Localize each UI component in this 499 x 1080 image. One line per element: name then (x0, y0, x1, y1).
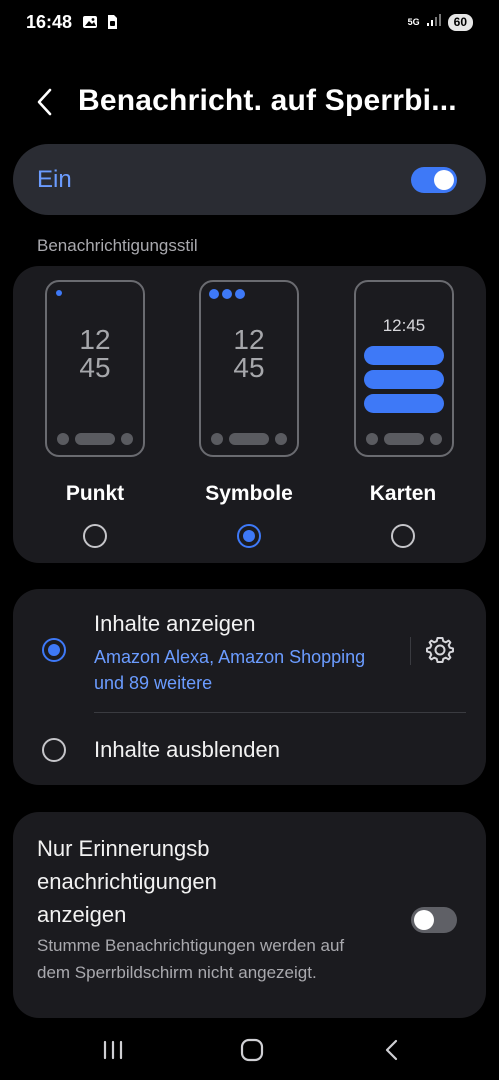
preview-pill (75, 433, 115, 445)
toggle-knob (414, 910, 434, 930)
preview-shortcut-right (275, 433, 287, 445)
section-label-style: Benachrichtigungsstil (37, 236, 198, 255)
reminder-only-row[interactable]: Nur Erinnerungsb enachrichtigungen anzei… (13, 812, 486, 1018)
hide-content-title[interactable]: Inhalte ausblenden (94, 737, 280, 763)
radio-hide-content[interactable] (42, 738, 66, 762)
back-arrow-icon[interactable] (30, 85, 62, 119)
divider (94, 712, 466, 713)
divider (410, 637, 411, 665)
content-visibility-card: Inhalte anzeigen Amazon Alexa, Amazon Sh… (13, 589, 486, 785)
master-switch-row[interactable]: Ein (13, 144, 486, 215)
radio-show-content[interactable] (42, 638, 66, 662)
preview-shortcut-left (57, 433, 69, 445)
notification-dot (56, 290, 62, 296)
reminder-only-toggle[interactable] (411, 907, 457, 933)
status-time: 16:48 (26, 12, 73, 32)
preview-shortcut-right (430, 433, 442, 445)
preview-notification-card (364, 370, 444, 389)
notification-icon-dot (209, 289, 219, 299)
battery-indicator: 60 (447, 14, 473, 31)
gear-icon[interactable] (425, 635, 455, 665)
radio-punkt[interactable] (83, 524, 107, 548)
preview-clock: 12 45 (233, 324, 265, 383)
nav-back-icon[interactable] (378, 1036, 406, 1064)
signal-icon (426, 13, 442, 32)
home-icon[interactable] (238, 1036, 266, 1064)
preview-pill (384, 433, 424, 445)
page-title: Benachricht. auf Sperrbi... (78, 84, 457, 117)
recents-icon[interactable] (99, 1036, 127, 1064)
master-toggle[interactable] (411, 167, 457, 193)
preview-pill (229, 433, 269, 445)
status-bar: 16:48 5G 60 (0, 0, 499, 46)
show-content-apps[interactable]: Amazon Alexa, Amazon Shopping und 89 wei… (94, 644, 394, 696)
notification-icon-dot (235, 289, 245, 299)
preview-clock: 12:45 (382, 316, 426, 335)
preview-shortcut-left (366, 433, 378, 445)
reminder-only-description: Stumme Benachrichtigungen werden auf dem… (37, 936, 345, 982)
style-preview-symbole[interactable]: 12 45 (199, 280, 299, 457)
preview-notification-card (364, 394, 444, 413)
radio-karten[interactable] (391, 524, 415, 548)
notification-icon-dot (222, 289, 232, 299)
navigation-bar (0, 1018, 499, 1080)
preview-shortcut-left (211, 433, 223, 445)
sim-icon (104, 14, 120, 30)
master-switch-label: Ein (37, 166, 72, 193)
radio-symbole[interactable] (237, 524, 261, 548)
style-name-symbole[interactable]: Symbole (189, 482, 309, 506)
style-preview-karten[interactable]: 12:45 (354, 280, 454, 457)
show-content-title[interactable]: Inhalte anzeigen (94, 611, 255, 637)
style-name-punkt[interactable]: Punkt (35, 482, 155, 506)
preview-shortcut-right (121, 433, 133, 445)
header: Benachricht. auf Sperrbi... (0, 75, 499, 131)
network-label: 5G (407, 17, 420, 27)
preview-notification-card (364, 346, 444, 365)
style-preview-punkt[interactable]: 12 45 (45, 280, 145, 457)
notification-style-card: 12 45 12 45 12:45 Punkt Symbole Karten (13, 266, 486, 563)
gallery-icon (82, 14, 98, 30)
style-name-karten[interactable]: Karten (343, 482, 463, 506)
reminder-only-title: Nur Erinnerungsb enachrichtigungen anzei… (37, 836, 217, 927)
toggle-knob (434, 170, 454, 190)
preview-clock: 12 45 (79, 324, 111, 383)
